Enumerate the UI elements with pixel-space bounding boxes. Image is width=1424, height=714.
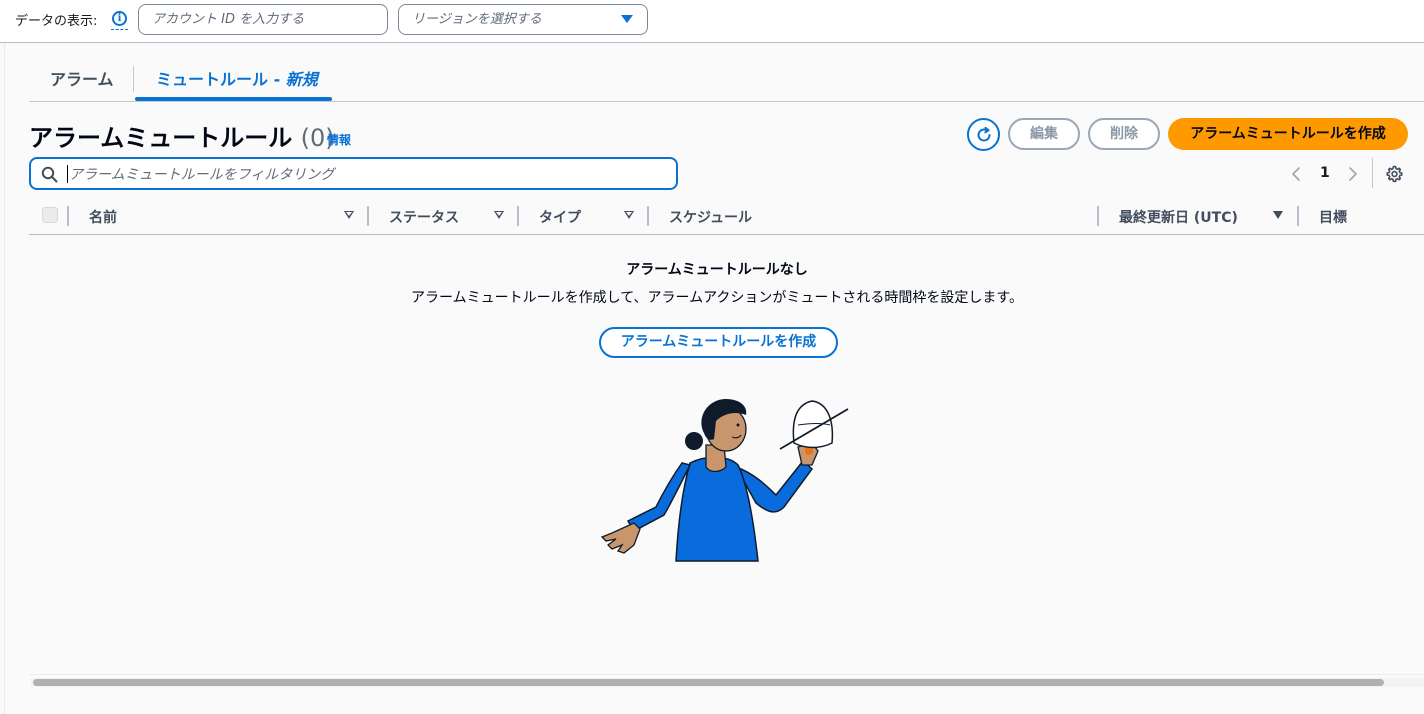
- tab-divider: [133, 66, 134, 92]
- sort-descending-icon[interactable]: [1273, 211, 1283, 219]
- column-divider: [67, 206, 69, 226]
- sort-icon[interactable]: [494, 211, 504, 219]
- caret-down-icon: [621, 15, 633, 23]
- account-id-input[interactable]: アカウント ID を入力する: [138, 4, 388, 35]
- column-divider: [1097, 206, 1099, 226]
- view-data-label: データの表示:: [15, 14, 98, 29]
- column-header-status[interactable]: ステータス: [389, 207, 459, 227]
- info-underline: [111, 29, 128, 30]
- empty-state-title: アラームミュートルールなし: [626, 262, 808, 278]
- current-page[interactable]: 1: [1320, 165, 1330, 181]
- gear-icon[interactable]: [1385, 165, 1403, 183]
- column-header-schedule: スケジュール: [669, 210, 753, 226]
- tab-alarms[interactable]: アラーム: [50, 66, 114, 90]
- column-divider: [367, 206, 369, 226]
- previous-page-icon[interactable]: [1290, 166, 1302, 182]
- delete-button[interactable]: 削除: [1088, 118, 1160, 150]
- pagination-divider: [1372, 158, 1373, 188]
- column-divider: [647, 206, 649, 226]
- column-header-target: 目標: [1319, 210, 1347, 226]
- empty-state-description: アラームミュートルールを作成して、アラームアクションがミュートされる時間枠を設定…: [411, 290, 1023, 306]
- column-header-type[interactable]: タイプ: [539, 207, 581, 227]
- person-with-muted-bell-illustration: [600, 399, 849, 562]
- table-header: 名前 ステータス タイプ スケジュール 最終更新日 (UTC) 目標: [29, 200, 1424, 235]
- tab-mute-rules-label: ミュートルール -: [156, 70, 286, 89]
- column-header-last-updated[interactable]: 最終更新日 (UTC): [1119, 207, 1238, 227]
- search-icon: [41, 166, 58, 183]
- create-mute-rule-button[interactable]: アラームミュートルールを作成: [1168, 118, 1408, 150]
- region-select[interactable]: リージョンを選択する: [398, 4, 648, 35]
- refresh-button[interactable]: [967, 118, 1000, 151]
- filter-input[interactable]: アラームミュートルールをフィルタリング: [29, 157, 678, 190]
- left-border: [4, 43, 5, 714]
- edit-button[interactable]: 編集: [1008, 118, 1080, 150]
- info-icon[interactable]: i: [112, 11, 127, 26]
- text-cursor: [67, 165, 68, 183]
- refresh-icon: [977, 126, 990, 141]
- tab-divider-line: [29, 101, 1424, 102]
- info-link[interactable]: 情報: [327, 131, 351, 148]
- empty-state-create-button[interactable]: アラームミュートルールを作成: [599, 327, 838, 358]
- tab-new-badge: 新規: [285, 70, 318, 89]
- region-select-placeholder: リージョンを選択する: [412, 12, 542, 27]
- tab-mute-rules[interactable]: ミュートルール - 新規: [156, 66, 318, 90]
- horizontal-scrollbar-thumb[interactable]: [33, 679, 1384, 686]
- sort-icon[interactable]: [344, 211, 354, 219]
- column-divider: [1297, 206, 1299, 226]
- account-region-bar: データの表示: i アカウント ID を入力する リージョンを選択する: [0, 0, 1424, 43]
- select-all-checkbox[interactable]: [42, 207, 58, 223]
- table-bottom-divider: [29, 674, 1424, 675]
- next-page-icon[interactable]: [1347, 166, 1359, 182]
- page-title-text: アラームミュートルール: [29, 124, 293, 152]
- sort-icon[interactable]: [624, 211, 634, 219]
- column-header-name[interactable]: 名前: [89, 207, 117, 227]
- page-title: アラームミュートルール (0): [29, 118, 335, 153]
- filter-placeholder: アラームミュートルールをフィルタリング: [69, 167, 335, 183]
- account-id-placeholder: アカウント ID を入力する: [152, 12, 305, 27]
- column-divider: [517, 206, 519, 226]
